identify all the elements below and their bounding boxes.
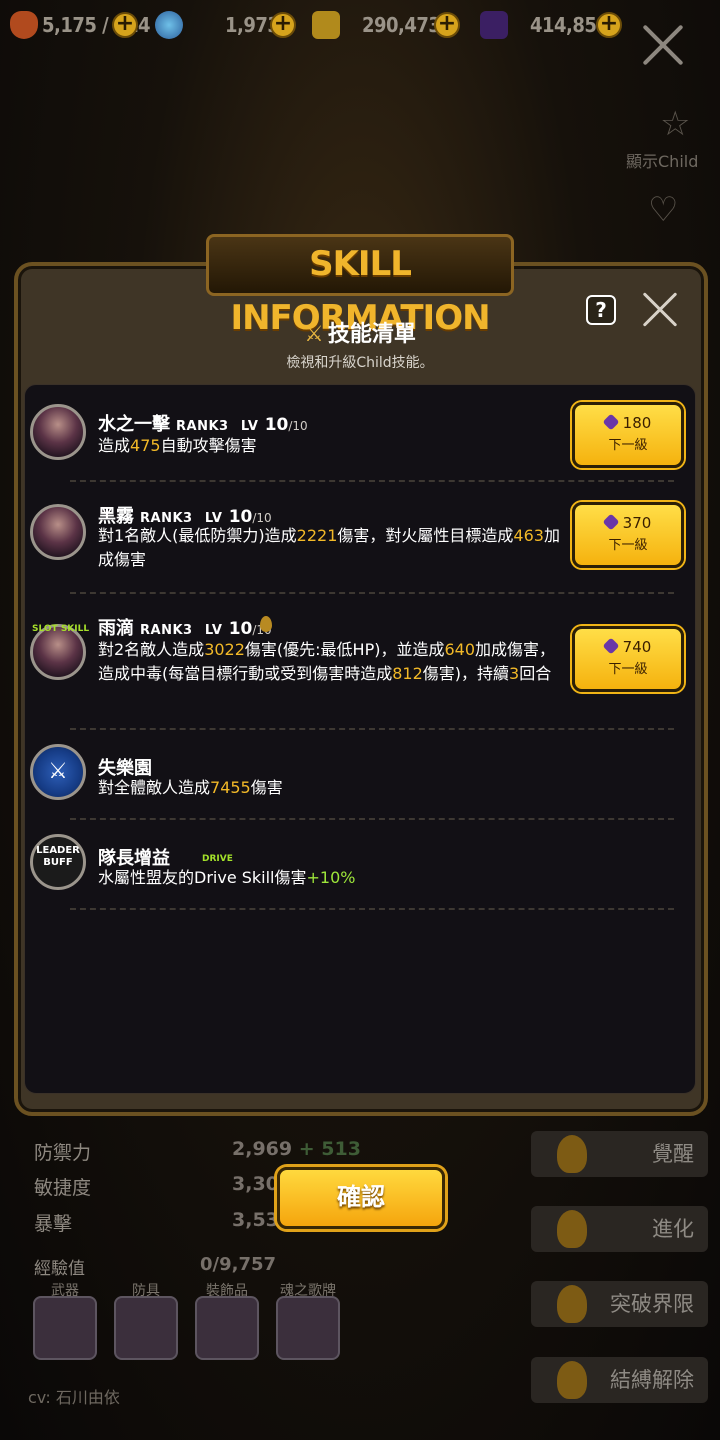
gem-icon bbox=[602, 413, 620, 431]
row-divider bbox=[70, 908, 674, 910]
add-crystal-button[interactable]: + bbox=[270, 12, 296, 38]
unbind-button[interactable]: 結縛解除 bbox=[531, 1357, 708, 1403]
star-icon[interactable]: ☆ bbox=[660, 104, 690, 144]
stat-value: 2,969 + 513 bbox=[232, 1138, 361, 1160]
evolve-icon bbox=[557, 1210, 587, 1248]
desc-text: 水屬性盟友的Drive Skill傷害 bbox=[98, 868, 307, 887]
skill-list-panel bbox=[24, 384, 696, 1094]
desc-text: 造成 bbox=[98, 436, 131, 455]
dialog-description: 檢視和升級Child技能。 bbox=[286, 355, 434, 371]
awaken-label: 覺醒 bbox=[652, 1142, 694, 1166]
skill-title: 雨滴RANK3 LV 10/10 bbox=[98, 618, 272, 639]
desc-text: 對全體敵人造成 bbox=[98, 778, 211, 797]
gold-resource: 290,473 bbox=[312, 8, 441, 42]
stat-label: 防禦力 bbox=[34, 1142, 92, 1164]
skill-portrait: ⚔ bbox=[30, 744, 86, 800]
crossed-swords-icon: ⚔ bbox=[48, 759, 68, 784]
armor-slot[interactable] bbox=[114, 1296, 178, 1360]
slot-skill-badge: SLOT SKILL bbox=[32, 624, 90, 634]
row-divider bbox=[70, 592, 674, 594]
evolve-label: 進化 bbox=[652, 1217, 694, 1241]
dialog-banner: SKILL INFORMATION bbox=[206, 234, 514, 338]
desc-text: 回合 bbox=[519, 664, 552, 683]
skill-description: 對2名敵人造成3022傷害(優先:最低HP)，並造成640加成傷害，造成中毒(每… bbox=[98, 638, 568, 686]
add-stamina-button[interactable]: + bbox=[112, 12, 138, 38]
stat-label: 暴擊 bbox=[34, 1213, 73, 1235]
unbind-icon bbox=[557, 1361, 587, 1399]
exp-value: 0/9,757 bbox=[200, 1254, 277, 1275]
desc-text: 對1名敵人(最低防禦力)造成 bbox=[98, 526, 297, 545]
cv-label: cv: 石川由依 bbox=[28, 1388, 120, 1407]
upgrade-button[interactable]: 740 下一級 bbox=[572, 626, 684, 692]
gem-icon bbox=[602, 513, 620, 531]
drive-badge: DRIVE bbox=[202, 854, 233, 864]
bonus-value: +10% bbox=[306, 868, 356, 887]
row-divider bbox=[70, 818, 674, 820]
confirm-button[interactable]: 確認 bbox=[277, 1167, 445, 1229]
show-child-label[interactable]: 顯示Child bbox=[626, 148, 698, 172]
close-dialog-icon[interactable] bbox=[643, 293, 677, 327]
gold-icon bbox=[312, 11, 340, 39]
gold-value: 290,473 bbox=[362, 13, 441, 37]
highlight-value: 475 bbox=[130, 436, 161, 455]
skill-description: 水屬性盟友的Drive Skill傷害+10% bbox=[98, 866, 568, 890]
heart-outline-icon[interactable]: ♡ bbox=[648, 190, 678, 230]
heart-icon bbox=[10, 11, 38, 39]
soul-card-slot[interactable] bbox=[276, 1296, 340, 1360]
desc-text: 傷害(優先:最低HP)，並造成 bbox=[244, 640, 445, 659]
desc-text: 自動攻擊傷害 bbox=[160, 436, 257, 455]
upgrade-button[interactable]: 370 下一級 bbox=[572, 502, 684, 568]
accessory-slot[interactable] bbox=[195, 1296, 259, 1360]
skill-description: 對全體敵人造成7455傷害 bbox=[98, 776, 568, 800]
row-divider bbox=[70, 728, 674, 730]
add-gold-button[interactable]: + bbox=[434, 12, 460, 38]
highlight-value: 7455 bbox=[210, 778, 251, 797]
highlight-value: 812 bbox=[392, 664, 423, 683]
evolve-button[interactable]: 進化 bbox=[531, 1206, 708, 1252]
upgrade-button[interactable]: 180 下一級 bbox=[572, 402, 684, 468]
leader-buff-icon: LEADER BUFF bbox=[30, 834, 86, 890]
desc-text: 傷害)，持續 bbox=[422, 664, 510, 683]
subtitle-text: 技能清單 bbox=[327, 322, 416, 347]
row-divider bbox=[70, 480, 674, 482]
skill-portrait bbox=[30, 504, 86, 560]
desc-text: 傷害 bbox=[250, 778, 283, 797]
skill-title: 水之一擊 RANK3 LV 10/10 bbox=[98, 414, 308, 435]
crystal-icon bbox=[155, 11, 183, 39]
highlight-value: 2221 bbox=[296, 526, 338, 545]
resource-bar: 5,175 / 314 + 1,973 + 290,473 + 414,856 … bbox=[0, 0, 720, 50]
awaken-button[interactable]: 覺醒 bbox=[531, 1131, 708, 1177]
limit-break-button[interactable]: 突破界限 bbox=[531, 1281, 708, 1327]
highlight-value: 463 bbox=[513, 526, 544, 545]
highlight-value: 640 bbox=[444, 640, 476, 659]
awaken-icon bbox=[557, 1135, 587, 1173]
add-gem-button[interactable]: + bbox=[596, 12, 622, 38]
skill-description: 造成475自動攻擊傷害 bbox=[98, 434, 568, 458]
limit-break-label: 突破界限 bbox=[610, 1292, 694, 1316]
gem-resource: 414,856 bbox=[480, 8, 609, 42]
stat-label: 敏捷度 bbox=[34, 1177, 92, 1199]
poison-drop-icon bbox=[260, 616, 272, 632]
gem-icon bbox=[602, 637, 620, 655]
help-button[interactable]: ? bbox=[586, 295, 616, 325]
weapon-slot[interactable] bbox=[33, 1296, 97, 1360]
gem-icon bbox=[480, 11, 508, 39]
close-screen-icon[interactable] bbox=[640, 22, 686, 68]
crystal-resource: 1,973 bbox=[155, 8, 280, 42]
skill-portrait bbox=[30, 404, 86, 460]
desc-text: 傷害，對火屬性目標造成 bbox=[337, 526, 514, 545]
swords-icon: ⚔ bbox=[304, 322, 324, 347]
highlight-value: 3022 bbox=[204, 640, 245, 659]
highlight-value: 3 bbox=[509, 664, 520, 683]
skill-description: 對1名敵人(最低防禦力)造成2221傷害，對火屬性目標造成463加成傷害 bbox=[98, 524, 568, 572]
limit-break-icon bbox=[557, 1285, 587, 1323]
exp-label: 經驗值 bbox=[34, 1259, 85, 1279]
desc-text: 對2名敵人造成 bbox=[98, 640, 205, 659]
unbind-label: 結縛解除 bbox=[610, 1368, 694, 1392]
